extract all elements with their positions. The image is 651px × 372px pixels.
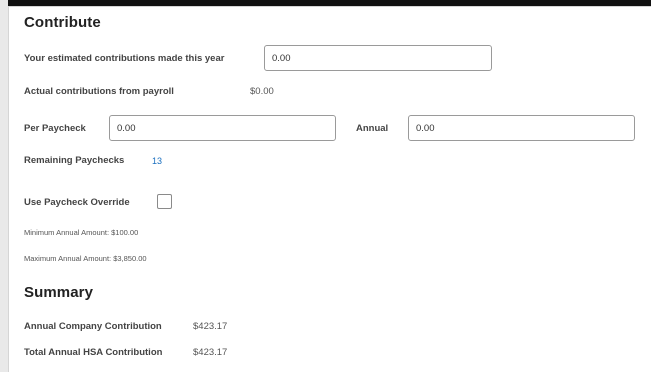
annual-company-contribution-value: $423.17 [193, 321, 228, 332]
actual-contributions-value: $0.00 [250, 86, 274, 97]
annual-company-contribution-label: Annual Company Contribution [24, 321, 162, 332]
total-hsa-contribution-value: $423.17 [193, 347, 228, 358]
remaining-paychecks-value: 13 [152, 156, 163, 166]
contribute-heading: Contribute [24, 14, 101, 31]
contribution-panel: Contribute Your estimated contributions … [8, 6, 651, 372]
total-hsa-contribution-label: Total Annual HSA Contribution [24, 347, 163, 358]
paycheck-override-label: Use Paycheck Override [24, 197, 130, 208]
annual-label: Annual [356, 123, 389, 134]
per-paycheck-input[interactable] [109, 115, 336, 141]
per-paycheck-label: Per Paycheck [24, 123, 86, 134]
summary-heading: Summary [24, 284, 94, 301]
estimated-contributions-input[interactable] [264, 45, 492, 71]
paycheck-override-checkbox[interactable] [157, 194, 172, 209]
remaining-paychecks-label: Remaining Paychecks [24, 155, 125, 166]
maximum-annual-amount: Maximum Annual Amount: $3,850.00 [24, 254, 147, 263]
actual-contributions-label: Actual contributions from payroll [24, 86, 174, 97]
minimum-annual-amount: Minimum Annual Amount: $100.00 [24, 228, 139, 237]
estimated-contributions-label: Your estimated contributions made this y… [24, 53, 225, 64]
annual-input[interactable] [408, 115, 635, 141]
